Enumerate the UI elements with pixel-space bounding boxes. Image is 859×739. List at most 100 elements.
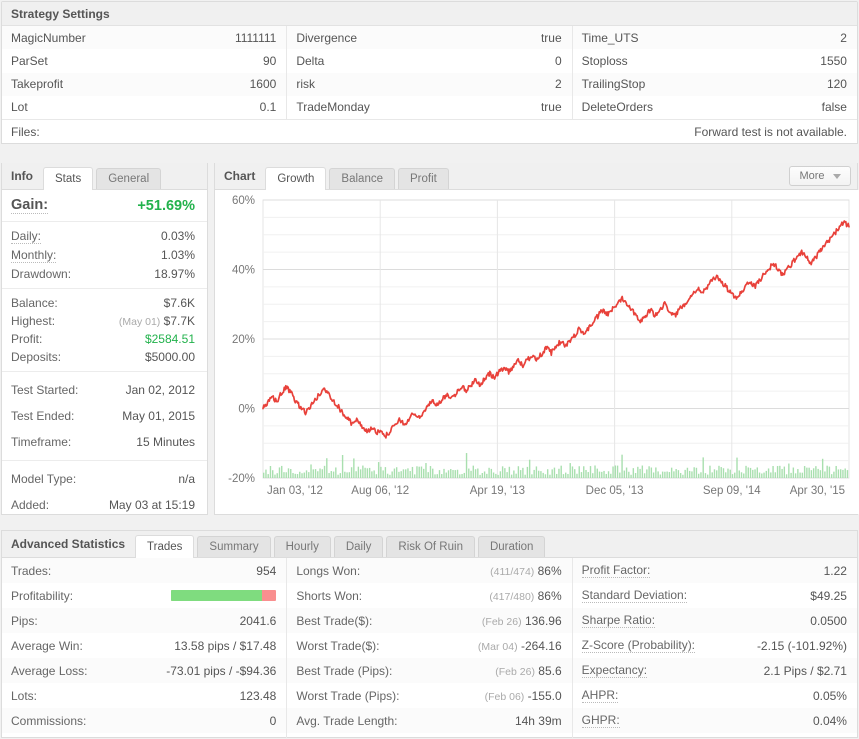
setting-row: Takeprofit 1600 (2, 72, 287, 96)
stat-label: Lots: (11, 688, 38, 703)
stat-row-best-trade-dollar: Best Trade($): (Feb 26) 136.96 (287, 608, 572, 633)
info-value: 15 Minutes (136, 435, 195, 449)
info-group-money: Balance: $7.6K Highest: (May 01) $7.7K P… (2, 289, 207, 372)
stat-value: 0.0500 (810, 613, 847, 628)
stat-label: Pips: (11, 613, 38, 628)
stat-label: Worst Trade($): (296, 638, 380, 653)
info-row-profit: Profit: $2584.51 (2, 330, 207, 348)
stat-note: (Feb 26) (481, 615, 522, 628)
tab-hourly[interactable]: Hourly (273, 536, 331, 557)
stat-label: Z-Score (Probability): (581, 638, 696, 653)
stat-label: Average Loss: (11, 663, 88, 678)
setting-row: DeleteOrders false (572, 95, 857, 119)
advanced-body: Trades: 954 Profitability: Pips: 2041.6 Av… (2, 558, 857, 738)
setting-key: TradeMonday (296, 100, 370, 115)
advanced-column-1: Trades: 954 Profitability: Pips: 2041.6 Av… (2, 558, 288, 738)
tab-stats[interactable]: Stats (43, 167, 94, 190)
setting-key: MagicNumber (11, 30, 86, 45)
info-row-timeframe: Timeframe: 15 Minutes (2, 429, 207, 455)
stat-row-longs-won: Longs Won: (411/474) 86% (287, 558, 572, 583)
stat-value: -73.01 pips / -$94.36 (166, 663, 277, 678)
stat-value: 123.48 (239, 688, 277, 703)
stat-label: GHPR: (581, 713, 620, 728)
tab-duration[interactable]: Duration (477, 536, 546, 557)
tab-growth[interactable]: Growth (265, 167, 327, 190)
stat-label: Sharpe Ratio: (581, 613, 656, 628)
setting-value: 2 (554, 77, 562, 92)
tab-balance[interactable]: Balance (329, 168, 395, 189)
settings-column-1: MagicNumber 1111111 ParSet 90 Takeprofit 16… (2, 26, 288, 119)
info-tabbar: Info Stats General (2, 163, 207, 190)
setting-key: Takeprofit (11, 77, 64, 92)
info-value: n/a (178, 472, 195, 486)
stat-row-sharpe-ratio: Sharpe Ratio: 0.0500 (572, 608, 857, 633)
stat-row-pips: Pips: 2041.6 (2, 608, 287, 633)
svg-text:0%: 0% (238, 404, 255, 416)
chart-tabbar: Chart Growth Balance Profit More (215, 163, 857, 190)
stat-row-worst-trade-pips: Worst Trade (Pips): (Feb 06) -155.0 (287, 683, 572, 708)
stat-note: (Feb 26) (495, 665, 535, 678)
stat-row-ahpr: AHPR: 0.05% (572, 683, 857, 708)
setting-key: Divergence (296, 30, 358, 45)
tab-daily[interactable]: Daily (333, 536, 384, 557)
growth-chart[interactable]: 60% 40% 20% 0% -20% Jan 03, '12 Aug 06, '12 Apr… (215, 190, 859, 514)
info-label: Drawdown: (11, 267, 72, 281)
info-label: Balance: (11, 296, 58, 310)
stat-label: Best Trade (Pips): (296, 663, 393, 678)
tab-profit[interactable]: Profit (397, 168, 449, 189)
info-panel: Info Stats General Gain: +51.69% Daily: … (1, 163, 208, 515)
info-label: Profit: (11, 332, 43, 346)
stat-row-z-score: Z-Score (Probability): -2.15 (-101.92%) (572, 633, 857, 658)
info-row-highest: Highest: (May 01) $7.7K (2, 312, 207, 330)
stat-note: (411/474) (490, 565, 535, 578)
info-label: Timeframe: (11, 435, 72, 449)
setting-value: 90 (262, 53, 277, 68)
stat-value: 2.1 Pips / $2.71 (763, 663, 847, 678)
tab-risk-of-ruin[interactable]: Risk Of Ruin (386, 536, 475, 557)
info-label: Added: (11, 498, 50, 512)
tab-trades[interactable]: Trades (135, 535, 195, 558)
setting-value: 1600 (249, 77, 277, 92)
chevron-down-icon (832, 173, 841, 179)
stat-value: 13.58 pips / $17.48 (174, 638, 277, 653)
info-value: Jan 02, 2012 (125, 383, 195, 397)
tab-general[interactable]: General (96, 168, 162, 189)
setting-row: Time_UTS 2 (572, 26, 857, 50)
setting-value: false (821, 100, 847, 115)
info-note: (May 01) (118, 316, 161, 328)
stat-value: 86% (537, 563, 562, 578)
setting-key: Delta (296, 53, 325, 68)
setting-key: TrailingStop (581, 77, 646, 92)
setting-value: 120 (826, 77, 847, 92)
stat-value: 85.6 (538, 663, 562, 678)
info-panel-title: Info (11, 169, 33, 183)
stat-row-average-win: Average Win: 13.58 pips / $17.48 (2, 633, 287, 658)
stat-value-wrap: (Feb 26) 85.6 (495, 664, 561, 678)
stat-value: 0 (269, 713, 277, 728)
info-label: Daily: (11, 229, 42, 244)
stat-value: -155.0 (527, 688, 562, 703)
more-dropdown-button[interactable]: More (789, 166, 851, 186)
info-label: Test Ended: (11, 409, 75, 423)
info-value-wrap: (May 01) $7.7K (119, 314, 195, 328)
svg-text:Sep 09, '14: Sep 09, '14 (703, 485, 761, 497)
info-value: 0.03% (160, 229, 195, 243)
setting-key: DeleteOrders (581, 100, 654, 115)
setting-value: true (540, 100, 562, 115)
advanced-statistics-panel: Advanced Statistics Trades Summary Hourl… (1, 530, 858, 738)
svg-text:60%: 60% (232, 195, 255, 207)
chart-panel-title: Chart (224, 169, 256, 183)
stat-label: Profit Factor: (581, 563, 651, 578)
info-value: 18.97% (154, 267, 195, 281)
stat-label: Longs Won: (296, 563, 361, 578)
stat-label: Worst Trade (Pips): (296, 688, 400, 703)
stat-value: 86% (537, 588, 562, 603)
info-value: $7.6K (163, 296, 195, 310)
gain-row: Gain: +51.69% (2, 190, 207, 222)
advanced-panel-title: Advanced Statistics (11, 537, 126, 551)
stat-value-wrap: (417/480) 86% (489, 589, 561, 603)
setting-value: true (540, 30, 562, 45)
setting-key: Time_UTS (581, 30, 639, 45)
tab-summary[interactable]: Summary (197, 536, 271, 557)
info-label: Deposits: (11, 350, 62, 364)
